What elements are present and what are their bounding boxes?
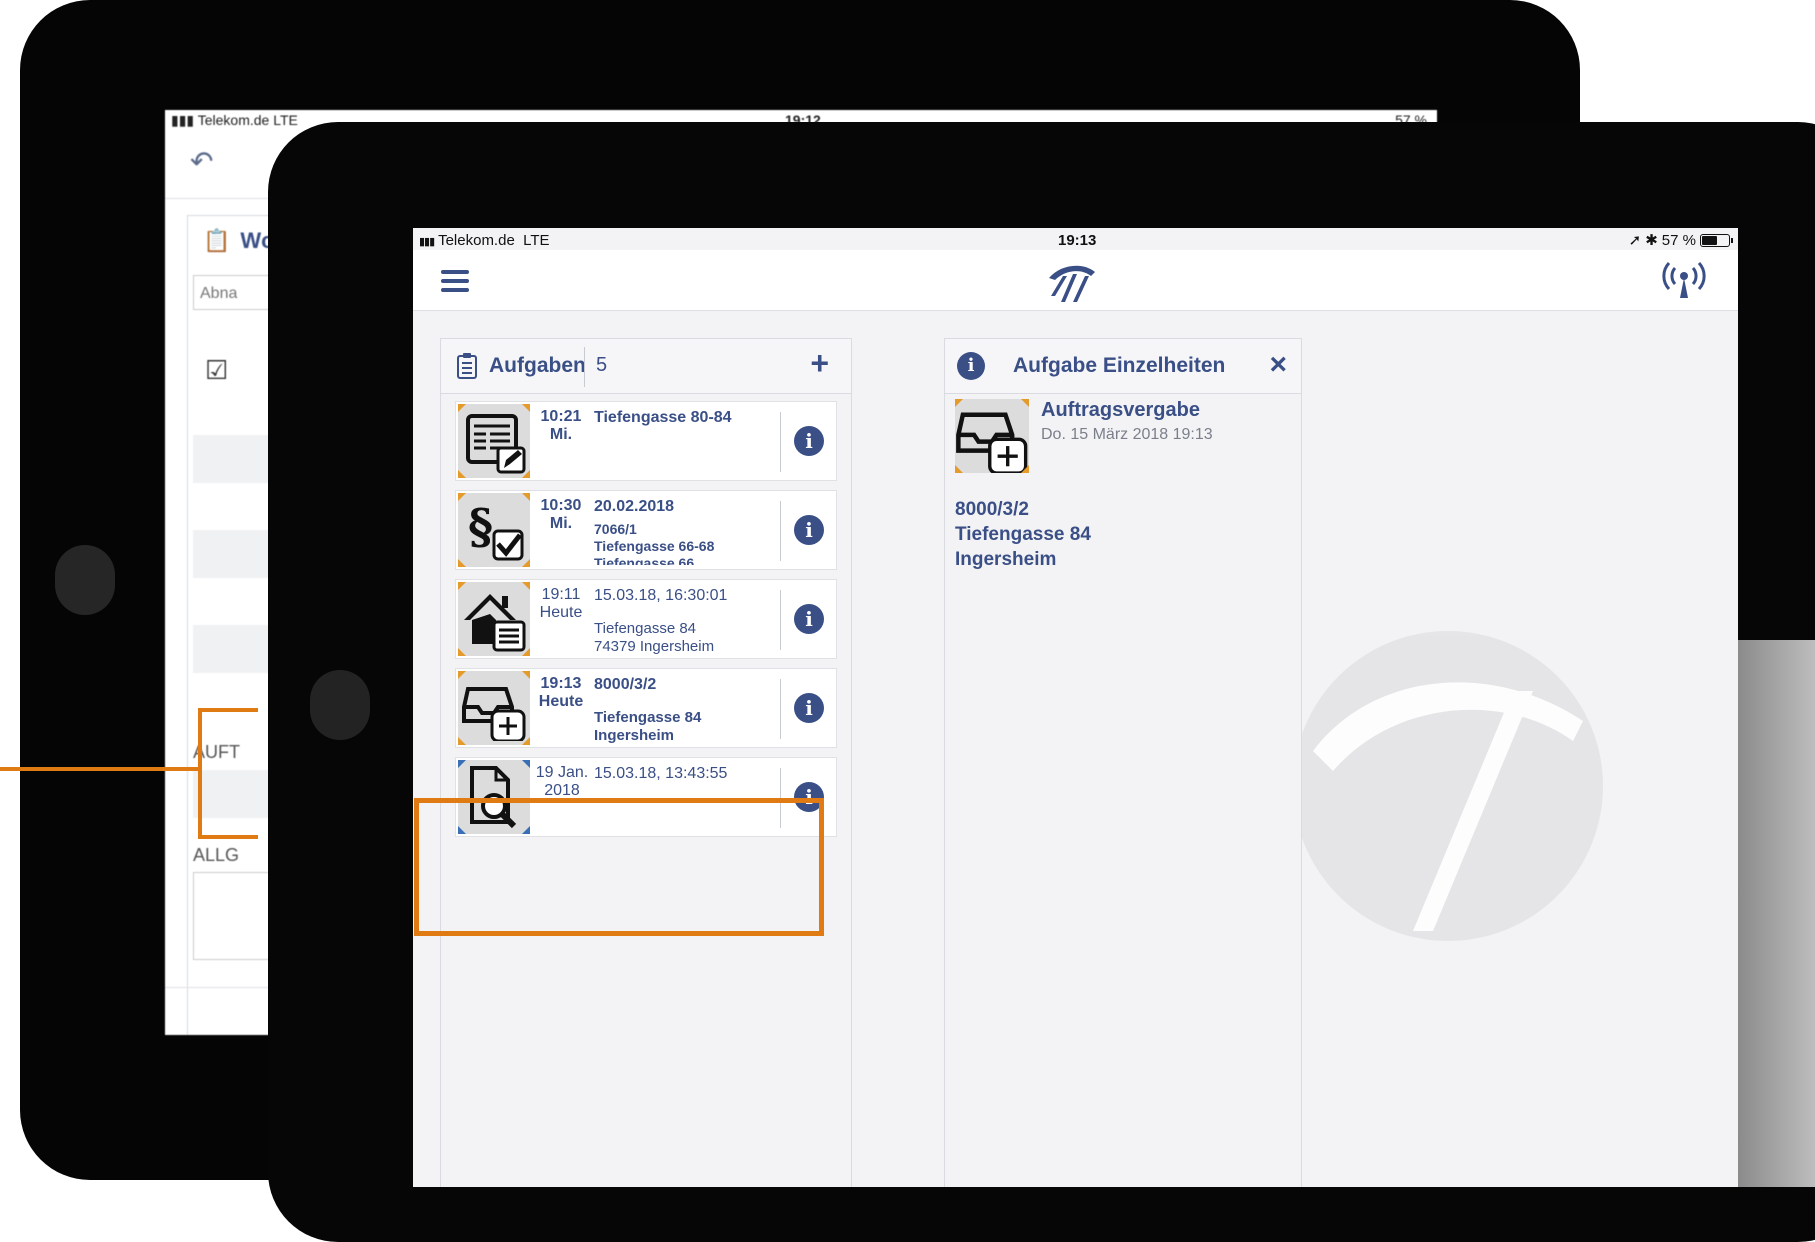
task-text: 15.03.18, 16:30:01 Tiefengasse 84 74379 … — [594, 586, 776, 654]
tasks-panel-title: Aufgaben — [489, 354, 586, 377]
status-time: 19:13 — [1058, 232, 1097, 249]
detail-line: Tiefengasse 84 — [955, 524, 1091, 545]
house-list-icon — [458, 582, 530, 656]
task-card[interactable]: § 10:30 Mi. 20.02.2018 7066/1 Tiefengasse… — [455, 490, 837, 570]
task-time: 19:11 Heute — [539, 586, 583, 621]
task-divider — [780, 679, 781, 739]
clipboard-icon: 📋 — [203, 228, 231, 253]
checkbox-icon[interactable]: ☑ — [205, 355, 228, 386]
info-icon: i — [957, 352, 985, 380]
bluetooth-icon: ✱ — [1645, 232, 1658, 249]
app-navbar — [413, 250, 1738, 311]
task-divider — [780, 412, 781, 472]
task-card-selected[interactable]: 19:13 Heute 8000/3/2 Tiefengasse 84 Inger… — [455, 668, 837, 748]
task-line: 20.02.2018 — [594, 498, 675, 515]
tasks-panel-header: Aufgaben 5 + — [441, 339, 851, 394]
task-line: Tiefengasse 84 Ingersheim — [594, 709, 702, 743]
status-carrier: ▮▮▮ Telekom.de LTE — [419, 232, 550, 249]
form-edit-icon — [458, 404, 530, 478]
task-card[interactable]: 19 Jan. 2018 15.03.18, 13:43:55 i — [455, 757, 837, 837]
inbox-add-icon — [955, 399, 1029, 475]
details-panel: i Aufgabe Einzelheiten × Auftragsvergabe… — [944, 338, 1302, 1187]
task-divider — [780, 768, 781, 828]
info-icon[interactable]: i — [794, 426, 824, 456]
task-divider — [780, 590, 781, 650]
logo-watermark — [1293, 631, 1603, 941]
close-icon[interactable]: × — [1269, 348, 1287, 382]
detail-line: 8000/3/2 — [955, 499, 1029, 520]
back-label-allg: ALLG — [193, 845, 240, 865]
back-tablet-camera — [55, 545, 115, 615]
tasks-count: 5 — [596, 354, 608, 376]
task-card[interactable]: 19:11 Heute 15.03.18, 16:30:01 Tiefengass… — [455, 579, 837, 659]
clipboard-icon — [457, 353, 477, 379]
task-line: 7066/1 Tiefengasse 66-68 Tiefengasse 66… — [594, 521, 715, 565]
app-screen: ▮▮▮ Telekom.de LTE 19:13 ➚ ✱ 57 % Aufgab… — [413, 228, 1738, 1187]
tasks-panel: Aufgaben 5 + 10:21 Mi. Tiefengasse 80-84… — [414, 338, 852, 1187]
detail-task-title: Auftragsvergabe — [1041, 399, 1200, 421]
task-line: Tiefengasse 80-84 — [594, 409, 732, 426]
info-icon[interactable]: i — [794, 782, 824, 812]
app-logo — [1049, 265, 1095, 302]
front-tablet-camera — [310, 670, 370, 740]
task-time: 19:13 Heute — [538, 675, 584, 710]
add-task-button[interactable]: + — [810, 345, 829, 382]
location-icon: ➚ — [1628, 232, 1642, 249]
header-divider — [584, 347, 585, 387]
task-text: 15.03.18, 13:43:55 — [594, 764, 776, 832]
task-text: 8000/3/2 Tiefengasse 84 Ingersheim — [594, 675, 776, 743]
task-time: 10:30 Mi. — [540, 497, 582, 532]
status-right: ➚ ✱ 57 % — [1628, 231, 1733, 249]
info-icon[interactable]: i — [794, 604, 824, 634]
info-icon[interactable]: i — [794, 693, 824, 723]
task-list: 10:21 Mi. Tiefengasse 80-84 i § 10:30 Mi… — [414, 401, 837, 936]
task-card[interactable]: 10:21 Mi. Tiefengasse 80-84 i — [455, 401, 837, 481]
task-text: Tiefengasse 80-84 — [594, 408, 776, 476]
connection-icon[interactable] — [1662, 260, 1706, 300]
svg-text:§: § — [468, 499, 493, 555]
details-panel-header: i Aufgabe Einzelheiten × — [945, 339, 1301, 394]
callout-bracket — [198, 708, 258, 839]
callout-line — [0, 767, 200, 771]
background-device-edge — [1738, 640, 1815, 1187]
status-bar: ▮▮▮ Telekom.de LTE 19:13 ➚ ✱ 57 % — [413, 228, 1738, 250]
task-line: Tiefengasse 84 74379 Ingersheim — [594, 620, 715, 654]
inbox-add-icon — [458, 671, 530, 745]
back-panel-title: 📋 Wc — [203, 228, 274, 253]
detail-task-date: Do. 15 März 2018 19:13 — [1041, 426, 1213, 443]
task-text: 20.02.2018 7066/1 Tiefengasse 66-68 Tief… — [594, 497, 776, 565]
back-status-carrier: ▮▮▮ Telekom.de LTE — [171, 112, 298, 128]
task-line: 8000/3/2 — [594, 676, 657, 693]
battery-percent: 57 % — [1661, 231, 1696, 249]
menu-icon[interactable] — [441, 270, 469, 292]
info-icon[interactable]: i — [794, 515, 824, 545]
task-divider — [780, 501, 781, 561]
task-line: 15.03.18, 13:43:55 — [594, 765, 728, 782]
signal-icon: ▮▮▮ — [419, 236, 435, 248]
back-arrow-icon[interactable]: ↶ — [190, 145, 213, 178]
battery-icon — [1700, 233, 1733, 247]
details-panel-title: Aufgabe Einzelheiten — [1013, 354, 1226, 377]
document-search-icon — [458, 760, 530, 834]
task-time: 19 Jan. 2018 — [535, 764, 589, 799]
task-line: 15.03.18, 16:30:01 — [594, 587, 728, 604]
detail-line: Ingersheim — [955, 549, 1057, 570]
paragraph-check-icon: § — [458, 493, 530, 567]
task-time: 10:21 Mi. — [540, 408, 582, 443]
